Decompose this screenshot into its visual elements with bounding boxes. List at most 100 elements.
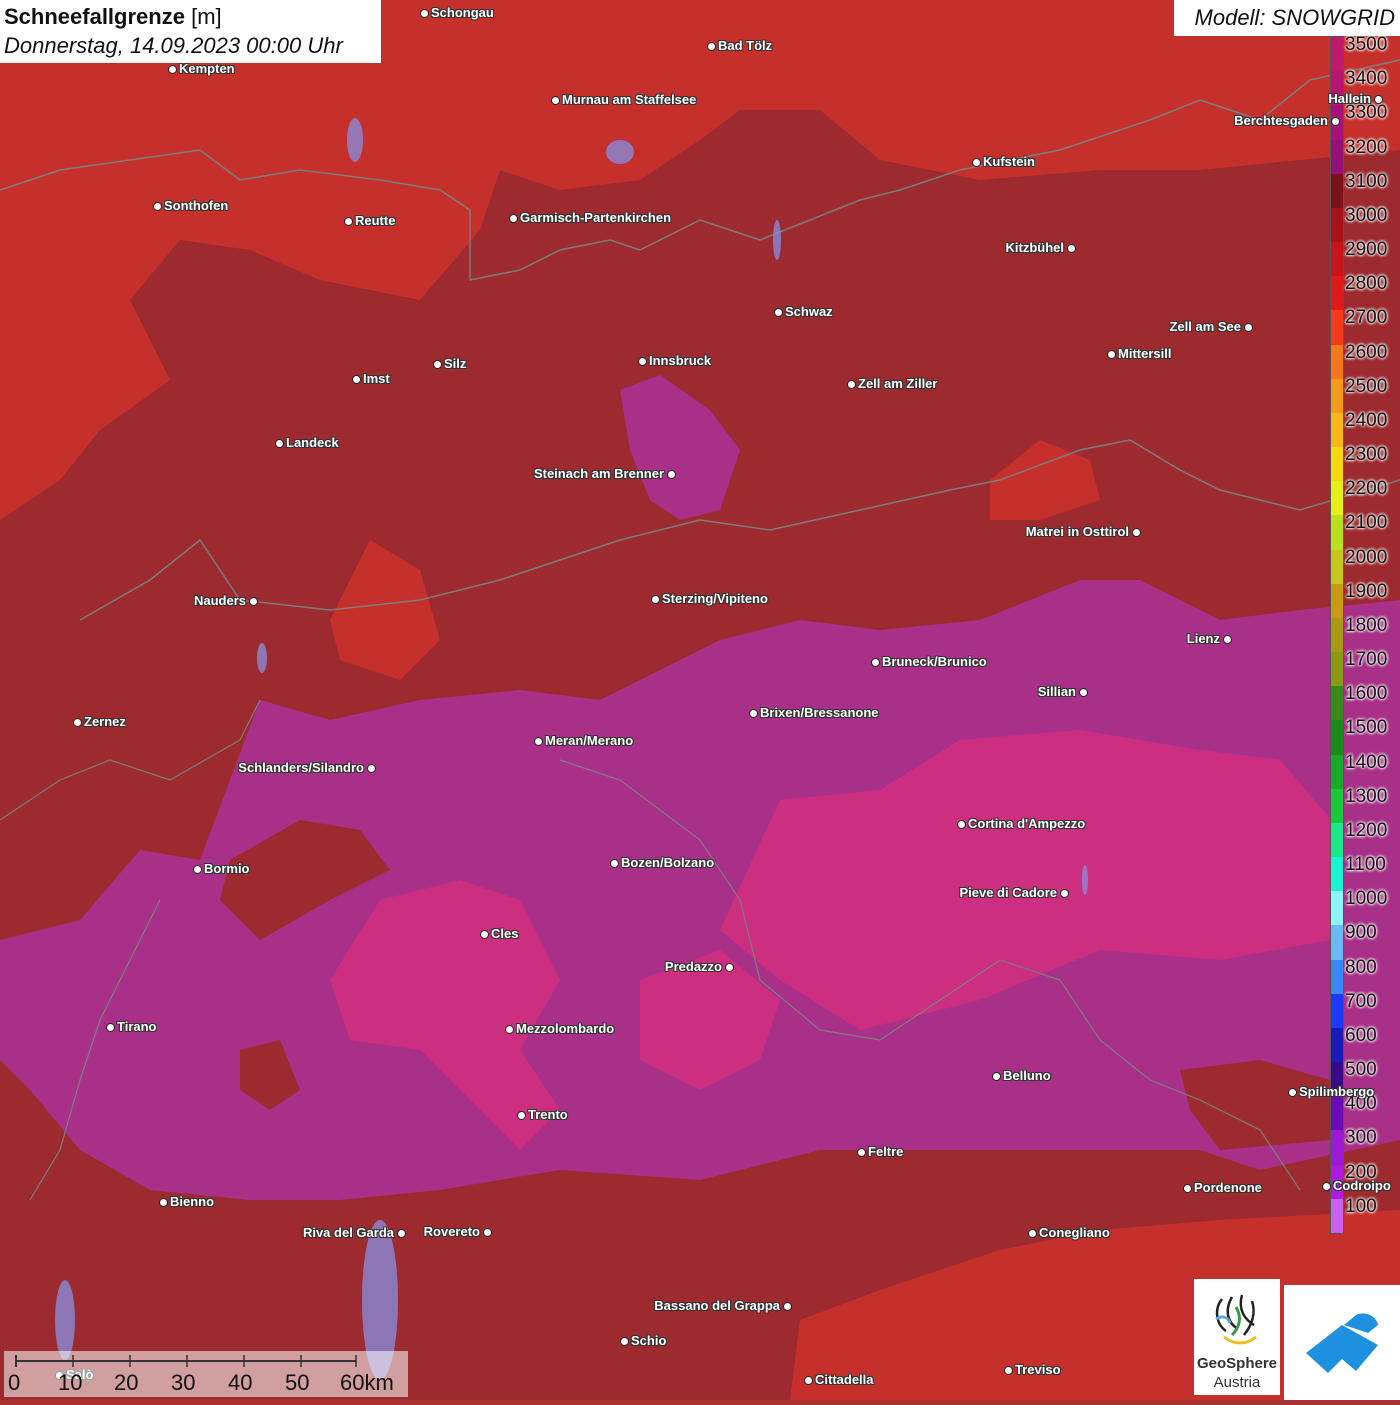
legend-label: 2300 bbox=[1345, 444, 1388, 466]
scale-label: 40 bbox=[228, 1370, 253, 1395]
city-label: Garmisch-Partenkirchen bbox=[520, 210, 672, 225]
scale-label: 20 bbox=[114, 1370, 139, 1395]
city-marker bbox=[275, 439, 284, 448]
city-label: Lienz bbox=[1186, 631, 1220, 646]
city-label: Mittersill bbox=[1118, 346, 1172, 361]
city-marker bbox=[774, 308, 783, 317]
city-label: Meran/Merano bbox=[545, 733, 634, 748]
city-marker bbox=[344, 217, 353, 226]
city-marker bbox=[1067, 244, 1076, 253]
legend-swatch bbox=[1331, 652, 1343, 687]
legend-swatch bbox=[1331, 447, 1343, 482]
geosphere-logo[interactable]: GeoSphere Austria bbox=[1194, 1279, 1280, 1395]
city-label: Conegliano bbox=[1039, 1225, 1110, 1240]
legend-swatch bbox=[1331, 1130, 1343, 1166]
scale-label: 0 bbox=[8, 1370, 21, 1395]
legend-label: 3200 bbox=[1345, 136, 1388, 158]
legend-label: 800 bbox=[1345, 956, 1377, 978]
city-marker bbox=[480, 930, 489, 939]
geosphere-icon bbox=[1215, 1294, 1257, 1345]
legend-swatch bbox=[1331, 378, 1343, 414]
legend-label: 1900 bbox=[1345, 580, 1388, 602]
city-marker bbox=[1132, 528, 1141, 537]
legend-label: 1300 bbox=[1345, 785, 1388, 807]
legend-swatch bbox=[1331, 37, 1343, 72]
legend-label: 600 bbox=[1345, 1024, 1377, 1046]
legend-swatch bbox=[1331, 686, 1343, 721]
city-label: Pordenone bbox=[1194, 1180, 1262, 1195]
city-label: Imst bbox=[363, 371, 390, 386]
legend-label: 3100 bbox=[1345, 170, 1388, 192]
city-marker bbox=[1183, 1184, 1192, 1193]
city-marker bbox=[534, 737, 543, 746]
city-label: Riva del Garda bbox=[302, 1225, 394, 1240]
legend-label: 3000 bbox=[1345, 204, 1388, 226]
legend-swatch bbox=[1331, 276, 1343, 311]
city-label: Schongau bbox=[431, 5, 494, 20]
city-label: Zell am Ziller bbox=[858, 376, 938, 391]
city-marker bbox=[168, 65, 177, 74]
city-marker bbox=[1028, 1229, 1037, 1238]
app-logo[interactable] bbox=[1284, 1285, 1400, 1400]
legend-swatch bbox=[1331, 959, 1343, 995]
color-legend bbox=[1330, 36, 1344, 1234]
city-marker bbox=[1331, 117, 1340, 126]
legend-swatch bbox=[1331, 617, 1343, 653]
city-label: Hallein bbox=[1328, 91, 1371, 106]
city-label: Kufstein bbox=[983, 154, 1035, 169]
city-label: Innsbruck bbox=[649, 353, 712, 368]
legend-label: 500 bbox=[1345, 1059, 1377, 1081]
city-marker bbox=[804, 1376, 813, 1385]
city-label: Feltre bbox=[868, 1144, 904, 1159]
legend-swatch bbox=[1331, 754, 1343, 790]
city-marker bbox=[367, 764, 376, 773]
legend-swatch bbox=[1331, 1027, 1343, 1063]
city-label: Sillian bbox=[1037, 684, 1076, 699]
legend-label: 1500 bbox=[1345, 717, 1388, 739]
city-label: Bassano del Grappa bbox=[654, 1298, 780, 1313]
legend-swatch bbox=[1331, 207, 1343, 243]
city-marker bbox=[509, 214, 518, 223]
city-label: Cortina d'Ampezzo bbox=[968, 816, 1086, 831]
city-label: Bormio bbox=[204, 861, 250, 876]
city-marker bbox=[667, 470, 676, 479]
city-marker bbox=[106, 1023, 115, 1032]
city-label: Codroipo bbox=[1333, 1178, 1391, 1193]
city-label: Schwaz bbox=[785, 304, 833, 319]
city-marker bbox=[749, 709, 758, 718]
legend-label: 1700 bbox=[1345, 649, 1388, 671]
city-label: Cles bbox=[491, 926, 519, 941]
legend-swatch bbox=[1331, 925, 1343, 961]
city-marker bbox=[783, 1302, 792, 1311]
city-label: Murnau am Staffelsee bbox=[562, 92, 697, 107]
lake-achensee bbox=[773, 220, 781, 260]
city-marker bbox=[1288, 1088, 1297, 1097]
city-marker bbox=[249, 597, 258, 606]
legend-label: 300 bbox=[1345, 1127, 1377, 1149]
lake-resia bbox=[257, 643, 267, 673]
city-label: Schio bbox=[631, 1333, 667, 1348]
legend-label: 2100 bbox=[1345, 512, 1388, 534]
scale-label: 30 bbox=[171, 1370, 196, 1395]
legend-swatch bbox=[1331, 549, 1343, 585]
legend-swatch bbox=[1331, 857, 1343, 892]
legend-swatch bbox=[1331, 583, 1343, 619]
legend-swatch bbox=[1331, 1096, 1343, 1131]
city-label: Brixen/Bressanone bbox=[760, 705, 879, 720]
app-logo-icon bbox=[1306, 1313, 1378, 1373]
city-label: Sterzing/Vipiteno bbox=[662, 591, 768, 606]
city-marker bbox=[1004, 1366, 1013, 1375]
city-label: Pieve di Cadore bbox=[959, 885, 1057, 900]
city-label: Silz bbox=[444, 356, 467, 371]
city-marker bbox=[193, 865, 202, 874]
city-marker bbox=[972, 158, 981, 167]
city-label: Berchtesgaden bbox=[1234, 113, 1328, 128]
legend-swatch bbox=[1331, 242, 1343, 277]
city-label: Spilimbergo bbox=[1299, 1084, 1375, 1099]
legend-label: 1400 bbox=[1345, 751, 1388, 773]
city-marker bbox=[397, 1229, 406, 1238]
city-marker bbox=[992, 1072, 1001, 1081]
legend-label: 2700 bbox=[1345, 307, 1388, 329]
scale-label: 10 bbox=[58, 1370, 83, 1395]
city-label: Cittadella bbox=[815, 1372, 874, 1387]
